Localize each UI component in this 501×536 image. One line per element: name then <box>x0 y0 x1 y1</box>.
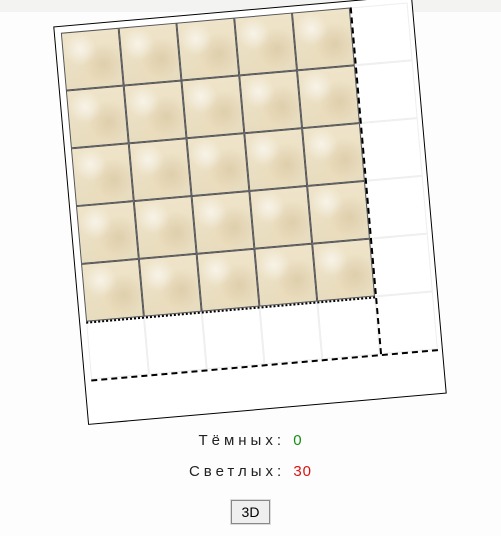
tile[interactable] <box>302 123 365 186</box>
light-value: 30 <box>293 463 312 480</box>
dark-label: Тёмных: <box>198 432 285 449</box>
tile[interactable] <box>61 28 124 91</box>
tile[interactable] <box>176 18 239 81</box>
tile[interactable] <box>129 138 192 201</box>
tile[interactable] <box>71 143 134 206</box>
tile[interactable] <box>76 201 139 264</box>
tile[interactable] <box>307 181 370 244</box>
tile[interactable] <box>244 128 307 191</box>
three-d-button[interactable]: 3D <box>231 500 271 524</box>
tile[interactable] <box>312 239 375 302</box>
tile[interactable] <box>239 70 302 133</box>
board-frame <box>53 0 446 425</box>
tile[interactable] <box>297 65 360 128</box>
tile[interactable] <box>254 244 317 307</box>
button-bar: 3D <box>0 500 501 524</box>
tile[interactable] <box>134 196 197 259</box>
light-label: Светлых: <box>189 463 285 480</box>
tile[interactable] <box>187 133 250 196</box>
tile[interactable] <box>234 13 297 76</box>
light-counter: Светлых: 30 <box>0 463 501 480</box>
tile[interactable] <box>139 254 202 317</box>
tile-grid[interactable] <box>61 8 375 322</box>
tile[interactable] <box>197 249 260 312</box>
tile[interactable] <box>124 80 187 143</box>
dark-counter: Тёмных: 0 <box>0 432 501 449</box>
tile[interactable] <box>292 8 355 71</box>
tile[interactable] <box>81 259 144 322</box>
tile[interactable] <box>192 191 255 254</box>
game-board[interactable] <box>53 0 446 425</box>
tile[interactable] <box>249 186 312 249</box>
game-page: Тёмных: 0 Светлых: 30 3D <box>0 0 501 536</box>
tile[interactable] <box>181 75 244 138</box>
counters: Тёмных: 0 Светлых: 30 <box>0 432 501 480</box>
tile[interactable] <box>119 23 182 86</box>
dark-value: 0 <box>293 432 302 449</box>
tile[interactable] <box>66 86 129 149</box>
